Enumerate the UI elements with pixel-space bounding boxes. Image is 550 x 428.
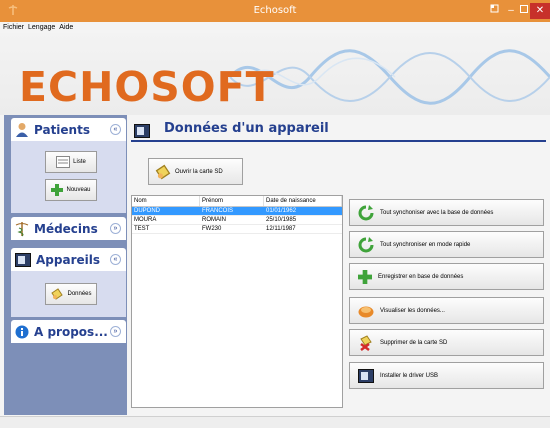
expand-icon[interactable]: »: [110, 223, 121, 234]
table-header: Nom Prénom Date de naissance: [132, 196, 342, 207]
appareils-panel: Données: [11, 271, 126, 317]
open-sd-button[interactable]: Ouvrir la carte SD: [148, 158, 243, 185]
patient-icon: [16, 122, 28, 137]
cell-prenom: ROMAIN: [202, 217, 226, 223]
cell-nom: TEST: [134, 226, 150, 232]
page-title: Données d'un appareil: [164, 121, 329, 136]
cell-date: 25/10/1985: [266, 217, 297, 223]
sync-fast-button[interactable]: Tout synchroniser en mode rapide: [349, 231, 544, 258]
table-row[interactable]: DUPOND FRANCOIS 01/01/1962: [132, 207, 342, 216]
help-window-button[interactable]: [487, 3, 501, 19]
sd-card-icon: [51, 288, 64, 300]
cell-nom: MOURA: [134, 217, 157, 223]
sidebar-header-patients[interactable]: Patients «: [11, 118, 126, 141]
sync-icon: [358, 204, 374, 220]
echosoft-logo: ECHOSOFT: [19, 63, 275, 111]
install-usb-driver-label: Installer le driver USB: [380, 372, 439, 379]
sidebar-title-medecins: Médecins: [34, 221, 98, 236]
device-icon: [15, 252, 31, 267]
title-bar: Echosoft – ✕: [0, 0, 550, 22]
collapse-icon[interactable]: «: [110, 254, 121, 265]
sidebar-header-medecins[interactable]: Médecins »: [11, 217, 126, 240]
install-usb-driver-button[interactable]: Installer le driver USB: [349, 362, 544, 389]
save-db-label: Enregistrer en base de données: [378, 273, 464, 280]
plus-icon: [51, 184, 64, 196]
info-icon: [15, 325, 29, 338]
cell-date: 01/01/1962: [266, 208, 297, 214]
view-data-label: Visualiser les données...: [380, 307, 445, 314]
donnees-button[interactable]: Données: [45, 283, 97, 305]
sidebar: Patients « Liste Nouveau Médecins » Appa…: [4, 115, 127, 415]
menu-aide[interactable]: Aide: [59, 22, 73, 33]
open-sd-label: Ouvrir la carte SD: [175, 168, 223, 175]
cell-date: 12/11/1987: [266, 226, 296, 232]
cell-prenom: FRANCOIS: [202, 208, 234, 214]
save-db-button[interactable]: Enregistrer en base de données: [349, 263, 544, 290]
sidebar-title-apropos: A propos...: [34, 324, 108, 339]
sync-all-label: Tout synchoniser avec la base de données: [380, 209, 494, 216]
title-divider: [131, 140, 546, 142]
cell-prenom: FW230: [202, 226, 222, 232]
nouveau-button[interactable]: Nouveau: [45, 179, 97, 201]
sidebar-header-appareils[interactable]: Appareils «: [11, 248, 126, 271]
liste-label: Liste: [73, 159, 86, 165]
delete-icon: [360, 334, 372, 351]
sync-fast-label: Tout synchroniser en mode rapide: [380, 241, 471, 248]
header-date[interactable]: Date de naissance: [264, 196, 342, 206]
sidebar-header-apropos[interactable]: A propos... »: [11, 320, 126, 343]
minimize-button[interactable]: –: [505, 3, 517, 19]
view-data-button[interactable]: Visualiser les données...: [349, 297, 544, 324]
sync-all-button[interactable]: Tout synchoniser avec la base de données: [349, 199, 544, 226]
table-row[interactable]: TEST FW230 12/11/1987: [132, 225, 342, 234]
status-bar: [0, 416, 550, 428]
maximize-icon: [520, 5, 528, 13]
donnees-label: Données: [67, 291, 92, 297]
help-icon: [490, 4, 498, 13]
liste-button[interactable]: Liste: [45, 151, 97, 173]
menu-fichier[interactable]: Fichier: [3, 22, 24, 33]
view-icon: [358, 306, 374, 317]
sidebar-title-patients: Patients: [34, 122, 90, 137]
caduceus-icon: [15, 221, 29, 236]
window-title: Echosoft: [253, 5, 297, 16]
delete-sd-label: Supprimer de la carte SD: [380, 339, 448, 346]
sidebar-title-appareils: Appareils: [36, 252, 100, 267]
patients-table: Nom Prénom Date de naissance DUPOND FRAN…: [131, 195, 343, 408]
sync-icon: [358, 236, 374, 252]
collapse-icon[interactable]: «: [110, 124, 121, 135]
delete-sd-button[interactable]: Supprimer de la carte SD: [349, 329, 544, 356]
maximize-button[interactable]: [518, 3, 530, 19]
device-icon: [134, 124, 150, 138]
table-row[interactable]: MOURA ROMAIN 25/10/1985: [132, 216, 342, 225]
menu-bar: Fichier Lengage Aide: [0, 22, 550, 33]
header-nom[interactable]: Nom: [132, 196, 200, 206]
sd-card-icon: [155, 164, 171, 179]
nouveau-label: Nouveau: [66, 187, 91, 193]
expand-icon[interactable]: »: [110, 326, 121, 337]
close-button[interactable]: ✕: [530, 3, 550, 19]
usb-driver-icon: [358, 368, 374, 383]
plus-icon: [358, 269, 372, 284]
patients-panel: Liste Nouveau: [11, 141, 126, 213]
list-icon: [56, 156, 71, 168]
menu-lengage[interactable]: Lengage: [28, 22, 55, 33]
header-prenom[interactable]: Prénom: [200, 196, 264, 206]
cell-nom: DUPOND: [134, 208, 161, 214]
banner: ECHOSOFT: [0, 33, 550, 115]
